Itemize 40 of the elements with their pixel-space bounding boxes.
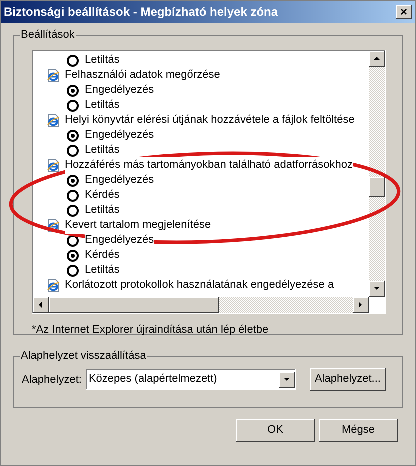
radio-button[interactable] <box>67 54 79 66</box>
arrow-right-icon <box>357 301 365 309</box>
scroll-up-button[interactable] <box>369 51 385 67</box>
document-e-icon <box>47 278 61 292</box>
document-e-icon <box>47 68 61 82</box>
arrow-up-icon <box>373 55 381 63</box>
scroll-left-button[interactable] <box>33 297 49 313</box>
restart-note: *Az Internet Explorer újraindítása után lép életbe <box>32 323 270 338</box>
radio-button[interactable] <box>67 100 79 112</box>
scroll-thumb[interactable] <box>49 297 219 313</box>
scroll-right-button[interactable] <box>353 297 369 313</box>
arrow-down-icon <box>373 285 381 293</box>
radio-button[interactable] <box>67 250 79 262</box>
group-title: Alaphelyzet visszaállítása <box>20 350 148 362</box>
document-e-icon <box>47 158 61 172</box>
setting-label: Hozzáférés más tartományokban található adatforrásokhoz <box>65 157 353 174</box>
horizontal-scrollbar[interactable] <box>33 297 369 313</box>
level-dropdown[interactable]: Közepes (alapértelmezett) <box>86 369 296 390</box>
arrow-left-icon <box>37 301 45 309</box>
document-e-icon <box>47 114 61 128</box>
radio-button[interactable] <box>67 174 79 186</box>
dialog-button[interactable]: Mégse <box>319 419 398 442</box>
radio-button[interactable] <box>67 204 79 216</box>
radio-button[interactable] <box>67 130 79 142</box>
reset-label: Alaphelyzet: <box>22 373 82 388</box>
arrow-down-icon <box>282 376 291 384</box>
vertical-scrollbar[interactable] <box>369 51 385 297</box>
scroll-thumb[interactable] <box>369 177 385 197</box>
reset-button[interactable]: Alaphelyzet... <box>310 368 386 391</box>
group-title: Beállítások <box>20 29 76 41</box>
radio-button[interactable] <box>67 84 79 96</box>
radio-button[interactable] <box>67 144 79 156</box>
scroll-down-button[interactable] <box>369 281 385 297</box>
setting-label: Kevert tartalom megjelenítése <box>65 217 212 234</box>
scroll-down-button[interactable] <box>278 372 295 388</box>
close-button[interactable]: × <box>396 5 412 19</box>
dialog-button[interactable]: OK <box>236 419 315 442</box>
radio-button[interactable] <box>67 264 79 276</box>
window-title: Biztonsági beállítások - Megbízható helyek zóna <box>4 4 278 21</box>
radio-button[interactable] <box>67 190 79 202</box>
